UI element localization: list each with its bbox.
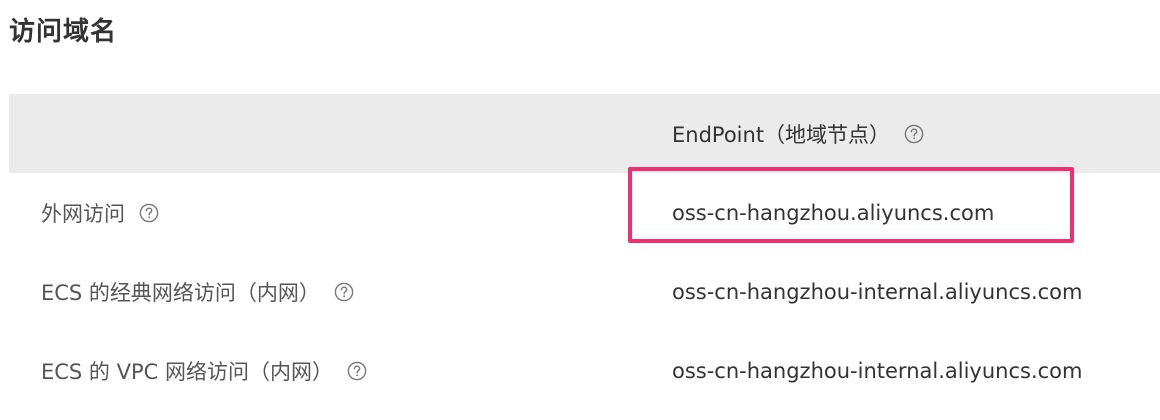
section-title: 访问域名 (9, 17, 118, 47)
endpoint-value: oss-cn-hangzhou-internal.aliyuncs.com (672, 279, 1083, 304)
row-label: 外网访问 (41, 173, 159, 252)
endpoint-value: oss-cn-hangzhou-internal.aliyuncs.com (672, 358, 1083, 383)
endpoint-column-header: EndPoint（地域节点） (672, 94, 924, 173)
row-label: ECS 的经典网络访问（内网） (41, 252, 354, 331)
table-row-classic-internal: ECS 的经典网络访问（内网） oss-cn-hangzhou-internal… (9, 252, 1160, 331)
row-label: ECS 的 VPC 网络访问（内网） (41, 331, 367, 410)
endpoint-value: oss-cn-hangzhou.aliyuncs.com (672, 200, 995, 225)
question-circle-icon[interactable] (347, 361, 367, 381)
question-circle-icon[interactable] (904, 124, 924, 144)
table-row-vpc-internal: ECS 的 VPC 网络访问（内网） oss-cn-hangzhou-inter… (9, 331, 1160, 410)
question-circle-icon[interactable] (334, 282, 354, 302)
table-row-public: 外网访问 oss-cn-hangzhou.aliyuncs.com (9, 173, 1160, 252)
page: 访问域名 EndPoint（地域节点） 外网访问 oss-cn-hangzhou… (0, 0, 1160, 420)
row-label-text: 外网访问 (41, 201, 125, 226)
row-label-text: ECS 的经典网络访问（内网） (41, 280, 320, 305)
endpoint-table: EndPoint（地域节点） 外网访问 oss-cn-hangzhou.aliy… (9, 94, 1160, 410)
question-circle-icon[interactable] (139, 203, 159, 223)
row-label-text: ECS 的 VPC 网络访问（内网） (41, 359, 333, 384)
endpoint-column-header-label: EndPoint（地域节点） (672, 122, 891, 147)
table-header-row: EndPoint（地域节点） (9, 94, 1160, 173)
